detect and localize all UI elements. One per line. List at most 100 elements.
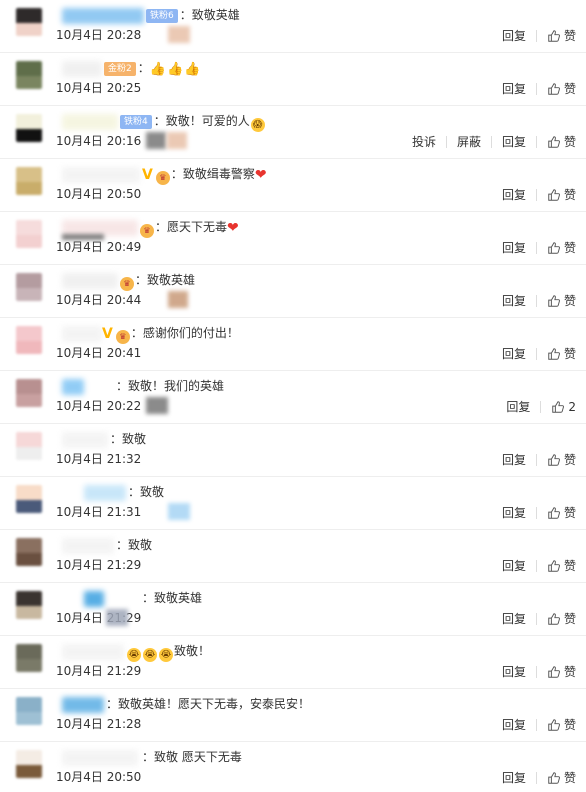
reply-button[interactable]: 回复	[502, 240, 526, 256]
username-blurred[interactable]	[62, 326, 102, 342]
comment-actions: 回复 赞	[492, 452, 576, 468]
avatar[interactable]	[16, 591, 42, 619]
username-blurred[interactable]	[62, 8, 144, 24]
avatar[interactable]	[16, 432, 42, 460]
gold-fan-badge[interactable]: 金粉2	[104, 62, 136, 76]
reply-button[interactable]: 回复	[502, 134, 526, 150]
comment-content: 铁粉4 ：致敬！可爱的人 😱	[120, 111, 266, 132]
reply-button[interactable]: 回复	[502, 770, 526, 786]
comment-text: ：致敬英雄	[135, 273, 196, 287]
comment-time: 10月4日 20:50	[56, 187, 142, 201]
avatar[interactable]	[16, 750, 42, 778]
heart-emoji-icon: ❤	[254, 167, 267, 183]
like-button[interactable]: 赞	[547, 293, 576, 309]
comment-time: 10月4日 21:28	[56, 717, 142, 731]
fan-badge[interactable]: 铁粉6	[146, 9, 178, 23]
like-button[interactable]: 赞	[547, 346, 576, 362]
like-button[interactable]: 赞	[547, 770, 576, 786]
image-thumbnail[interactable]	[146, 397, 168, 414]
like-button[interactable]: 赞	[547, 452, 576, 468]
crown-badge-icon: ♛	[120, 277, 134, 291]
avatar[interactable]	[16, 114, 42, 142]
like-button[interactable]: 赞	[547, 240, 576, 256]
reply-button[interactable]: 回复	[502, 717, 526, 733]
avatar[interactable]	[16, 538, 42, 566]
comment-actions: 回复 赞	[492, 717, 576, 733]
crown-badge-icon: ♛	[115, 330, 130, 344]
avatar[interactable]	[16, 61, 42, 89]
reply-button[interactable]: 回复	[502, 505, 526, 521]
image-thumbnail[interactable]	[168, 26, 190, 43]
like-button[interactable]: 赞	[547, 664, 576, 680]
like-button[interactable]: 赞	[547, 558, 576, 574]
avatar[interactable]	[16, 485, 42, 513]
comment-content: V ♛ ：致敬缉毒警察❤	[142, 164, 267, 185]
avatar[interactable]	[16, 8, 42, 36]
avatar[interactable]	[16, 697, 42, 725]
comment-actions: 回复 赞	[492, 187, 576, 203]
username-blurred[interactable]	[84, 591, 104, 607]
divider	[535, 454, 537, 466]
avatar[interactable]	[16, 326, 42, 354]
comment-actions: 回复 赞	[492, 505, 576, 521]
comment-item: ：致敬英雄 10月4日 21:29 回复 赞	[0, 583, 586, 636]
like-button[interactable]: 赞	[547, 134, 576, 150]
reply-button[interactable]: 回复	[506, 399, 530, 415]
reply-button[interactable]: 回复	[502, 558, 526, 574]
thumbs-up-icon	[548, 83, 560, 95]
username-blurred[interactable]	[62, 697, 104, 713]
username-blurred[interactable]	[62, 644, 124, 660]
username-blurred[interactable]	[62, 61, 102, 77]
reply-button[interactable]: 回复	[502, 452, 526, 468]
username-blurred[interactable]	[62, 432, 108, 448]
reply-button[interactable]: 回复	[502, 346, 526, 362]
like-label: 赞	[563, 665, 576, 679]
image-thumbnail[interactable]	[62, 234, 104, 240]
comment-time: 10月4日 21:32	[56, 452, 142, 466]
username-blurred[interactable]	[84, 485, 126, 501]
reply-button[interactable]: 回复	[502, 611, 526, 627]
report-button[interactable]: 投诉	[412, 134, 436, 150]
avatar[interactable]	[16, 167, 42, 195]
like-button[interactable]: 赞	[547, 717, 576, 733]
comment-text: ：致敬！我们的英雄	[116, 379, 225, 393]
thumbs-up-icon	[548, 719, 560, 731]
image-thumbnail[interactable]	[146, 132, 166, 149]
like-button[interactable]: 赞	[547, 28, 576, 44]
avatar[interactable]	[16, 379, 42, 407]
image-thumbnail[interactable]	[106, 609, 128, 626]
reply-button[interactable]: 回复	[502, 664, 526, 680]
username-blurred[interactable]	[62, 379, 84, 395]
reply-button[interactable]: 回复	[502, 28, 526, 44]
comment-actions: 回复 赞	[492, 240, 576, 256]
username-blurred[interactable]	[62, 538, 114, 554]
username-blurred[interactable]	[62, 750, 138, 766]
image-thumbnail[interactable]	[168, 291, 188, 308]
username-blurred[interactable]	[62, 167, 140, 183]
like-button[interactable]: 赞	[547, 611, 576, 627]
like-button[interactable]: 赞	[547, 81, 576, 97]
like-button[interactable]: 赞	[547, 187, 576, 203]
image-thumbnail[interactable]	[168, 503, 190, 520]
verified-icon: V	[142, 167, 153, 183]
divider	[535, 30, 537, 42]
crying-face-emoji-icon: 😭	[159, 648, 173, 662]
avatar[interactable]	[16, 220, 42, 248]
reply-button[interactable]: 回复	[502, 187, 526, 203]
reply-button[interactable]: 回复	[502, 81, 526, 97]
username-blurred[interactable]	[62, 114, 118, 130]
comment-content: ♛ ：愿天下无毒❤	[140, 217, 239, 238]
avatar[interactable]	[16, 273, 42, 301]
avatar[interactable]	[16, 644, 42, 672]
username-blurred[interactable]	[62, 273, 118, 289]
comment-content: ：致敬	[116, 535, 152, 555]
fan-badge[interactable]: 铁粉4	[120, 115, 152, 129]
reply-button[interactable]: 回复	[502, 293, 526, 309]
image-thumbnail[interactable]	[167, 132, 187, 149]
thumbs-up-icon	[548, 136, 560, 148]
like-button[interactable]: 2	[551, 399, 576, 415]
block-button[interactable]: 屏蔽	[457, 134, 481, 150]
comment-actions: 回复 赞	[492, 664, 576, 680]
comment-time: 10月4日 20:22	[56, 399, 142, 413]
like-button[interactable]: 赞	[547, 505, 576, 521]
